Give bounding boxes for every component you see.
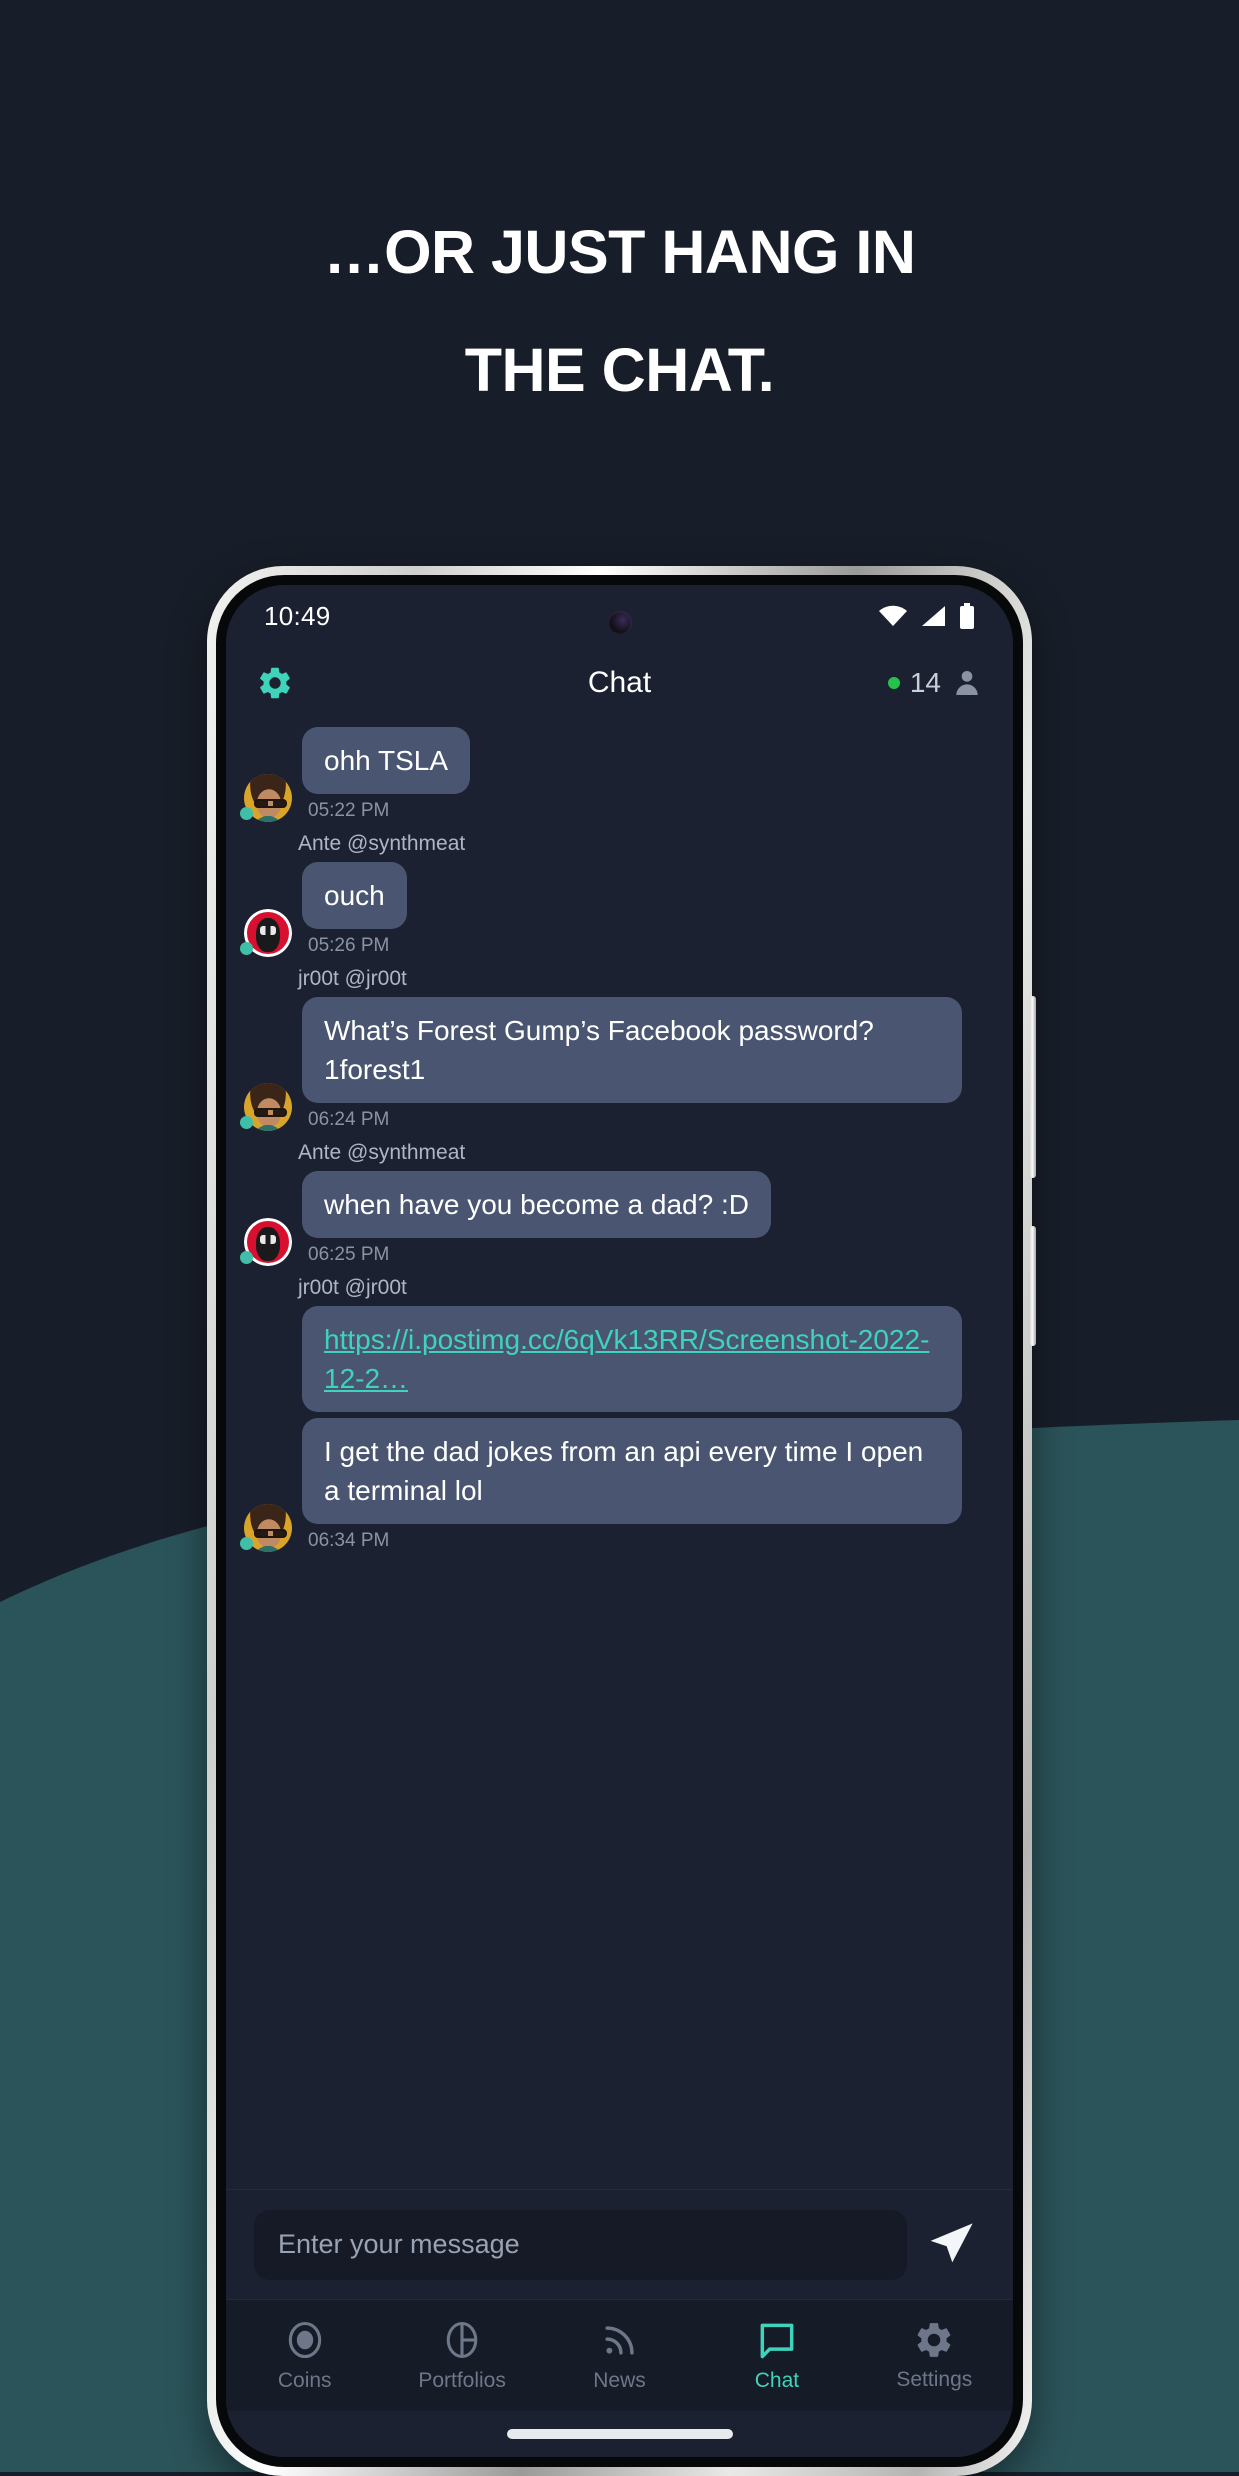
status-bar: 10:49 bbox=[226, 585, 1013, 647]
message-timestamp: 05:22 PM bbox=[308, 800, 390, 821]
phone-screen: 10:49 Chat 14 ohh TSLA 05:22 PM Ante @sy… bbox=[226, 585, 1013, 2457]
status-bar-icons bbox=[878, 603, 975, 629]
promo-headline: …OR JUST HANG IN THE CHAT. bbox=[0, 193, 1239, 429]
message-sender-label: Ante @synthmeat bbox=[298, 832, 466, 855]
online-user-count: 14 bbox=[909, 667, 941, 698]
app-header: Chat 14 bbox=[226, 647, 1013, 719]
message-sender-label: Ante @synthmeat bbox=[298, 1141, 466, 1164]
message-bubble[interactable]: I get the dad jokes from an api every ti… bbox=[302, 1418, 962, 1524]
message-bubble[interactable]: What’s Forest Gump’s Facebook password? … bbox=[302, 997, 962, 1103]
message-body: What’s Forest Gump’s Facebook password? … bbox=[302, 997, 995, 1131]
avatar-online-dot bbox=[240, 1537, 253, 1550]
avatar-wrapper[interactable] bbox=[240, 903, 294, 957]
send-paper-plane-icon bbox=[930, 2222, 973, 2262]
message-row: ouch 05:26 PM bbox=[226, 862, 1013, 957]
headline-line-1: …OR JUST HANG IN bbox=[323, 218, 916, 286]
send-button[interactable] bbox=[925, 2219, 985, 2271]
avatar-wrapper[interactable] bbox=[240, 1212, 294, 1266]
message-bubble-link[interactable]: https://i.postimg.cc/6qVk13RR/Screenshot… bbox=[302, 1306, 962, 1412]
nav-item-coins[interactable]: Coins bbox=[226, 2318, 383, 2393]
nav-item-chat[interactable]: Chat bbox=[698, 2318, 855, 2393]
gear-icon bbox=[260, 667, 290, 699]
message-row: ohh TSLA 05:22 PM bbox=[226, 727, 1013, 822]
header-settings-button[interactable] bbox=[256, 664, 294, 702]
status-bar-clock: 10:49 bbox=[264, 600, 331, 631]
message-sender-label: jr00t @jr00t bbox=[298, 1276, 407, 1299]
message-bubble[interactable]: when have you become a dad? :D bbox=[302, 1171, 771, 1238]
nav-item-news[interactable]: News bbox=[541, 2318, 698, 2393]
avatar-wrapper bbox=[240, 1358, 294, 1412]
message-composer: Enter your message bbox=[226, 2189, 1013, 2299]
volume-button[interactable] bbox=[1030, 996, 1036, 1178]
online-users-indicator[interactable]: 14 bbox=[887, 667, 983, 699]
nav-item-settings[interactable]: Settings bbox=[856, 2319, 1013, 2392]
avatar-online-dot bbox=[240, 942, 253, 955]
nav-label: Settings bbox=[896, 2368, 973, 2391]
chat-bubble-icon bbox=[760, 2323, 794, 2359]
portfolio-pie-icon bbox=[446, 2321, 478, 2359]
rss-news-icon bbox=[604, 2326, 634, 2355]
message-bubble[interactable]: ohh TSLA bbox=[302, 727, 471, 794]
avatar-online-dot bbox=[240, 1251, 253, 1264]
message-timestamp: 05:26 PM bbox=[308, 935, 390, 956]
message-input-placeholder: Enter your message bbox=[278, 2229, 520, 2259]
nav-label: Coins bbox=[277, 2369, 332, 2392]
avatar-wrapper[interactable] bbox=[240, 768, 294, 822]
message-body: when have you become a dad? :D 06:25 PM bbox=[302, 1171, 995, 1266]
cellular-signal-icon bbox=[922, 606, 945, 626]
wifi-icon bbox=[879, 605, 907, 626]
message-bubble[interactable]: ouch bbox=[302, 862, 407, 929]
message-body: ouch 05:26 PM bbox=[302, 862, 995, 957]
battery-icon bbox=[960, 603, 974, 629]
message-row: when have you become a dad? :D 06:25 PM bbox=[226, 1171, 1013, 1266]
message-body: https://i.postimg.cc/6qVk13RR/Screenshot… bbox=[302, 1306, 995, 1412]
coins-target-icon bbox=[288, 2321, 321, 2359]
online-status-dot bbox=[887, 677, 900, 689]
nav-label: Chat bbox=[754, 2369, 800, 2392]
nav-item-portfolios[interactable]: Portfolios bbox=[383, 2318, 540, 2393]
home-indicator-bar bbox=[506, 2429, 733, 2439]
message-list[interactable]: ohh TSLA 05:22 PM Ante @synthmeat ouch 0… bbox=[226, 719, 1013, 2189]
message-timestamp: 06:25 PM bbox=[308, 1244, 390, 1265]
message-row: I get the dad jokes from an api every ti… bbox=[226, 1418, 1013, 1552]
message-body: ohh TSLA 05:22 PM bbox=[302, 727, 995, 822]
phone-mockup: 10:49 Chat 14 ohh TSLA 05:22 PM Ante @sy… bbox=[207, 566, 1036, 2476]
avatar-online-dot bbox=[240, 807, 253, 820]
front-camera-punch-hole bbox=[607, 611, 632, 635]
message-body: I get the dad jokes from an api every ti… bbox=[302, 1418, 995, 1552]
settings-gear-icon bbox=[917, 2323, 951, 2357]
nav-label: News bbox=[593, 2369, 646, 2392]
home-indicator[interactable] bbox=[226, 2411, 1013, 2457]
message-row: What’s Forest Gump’s Facebook password? … bbox=[226, 997, 1013, 1131]
message-input[interactable]: Enter your message bbox=[254, 2209, 907, 2280]
person-icon bbox=[956, 671, 978, 695]
avatar-online-dot bbox=[240, 1116, 253, 1129]
power-button[interactable] bbox=[1030, 1226, 1036, 1346]
message-timestamp: 06:34 PM bbox=[308, 1530, 390, 1551]
bottom-navigation: Coins Portfolios News Chat Settings bbox=[226, 2299, 1013, 2411]
message-sender-label: jr00t @jr00t bbox=[298, 967, 407, 990]
message-timestamp: 06:24 PM bbox=[308, 1109, 390, 1130]
message-row: https://i.postimg.cc/6qVk13RR/Screenshot… bbox=[226, 1306, 1013, 1412]
avatar-wrapper[interactable] bbox=[240, 1498, 294, 1552]
message-link-url[interactable]: https://i.postimg.cc/6qVk13RR/Screenshot… bbox=[324, 1324, 929, 1394]
headline-line-2: THE CHAT. bbox=[464, 336, 775, 404]
avatar-wrapper[interactable] bbox=[240, 1077, 294, 1131]
nav-label: Portfolios bbox=[418, 2369, 506, 2392]
